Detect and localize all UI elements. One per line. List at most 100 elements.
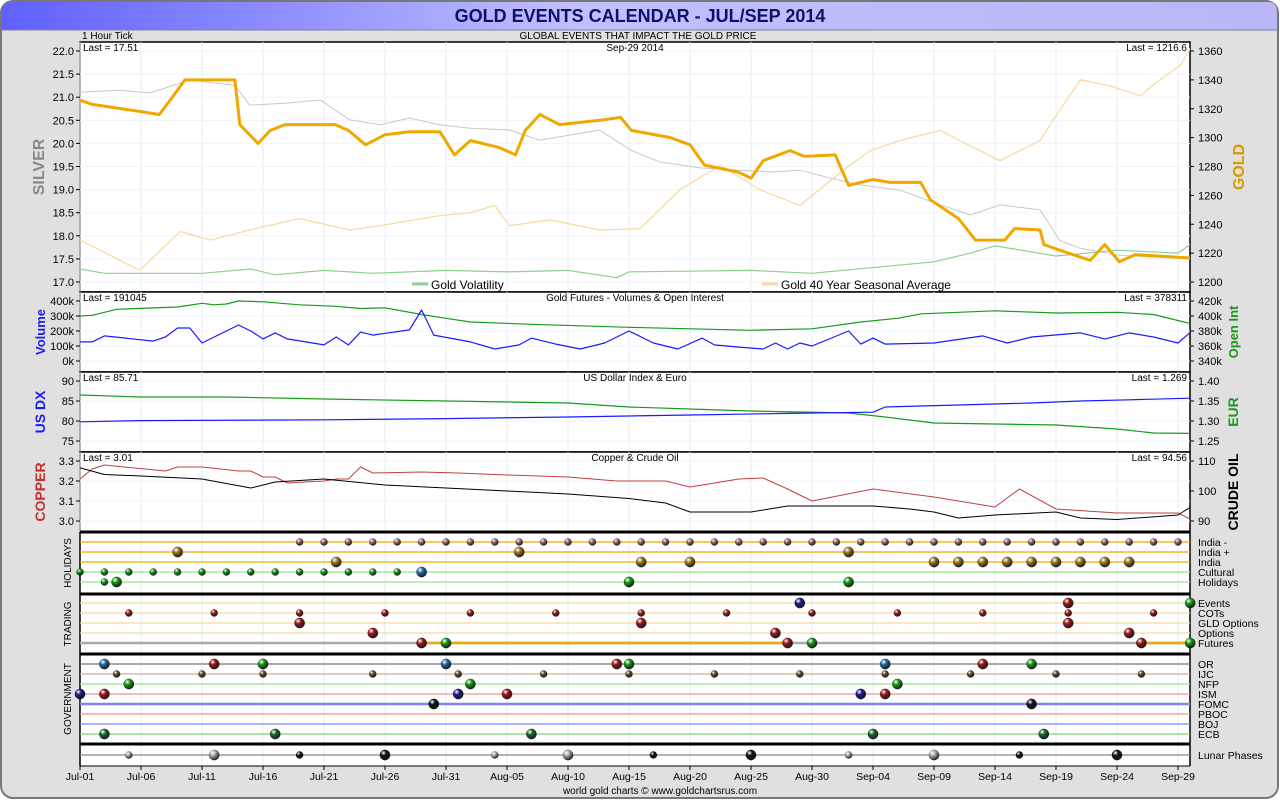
event-marker-cots <box>637 609 646 617</box>
event-marker-cultural <box>416 566 428 578</box>
event-marker-options <box>769 627 781 639</box>
event-marker-india- <box>1003 538 1012 546</box>
event-marker-india- <box>1027 538 1036 546</box>
x-tick-label: Jul-16 <box>249 771 278 783</box>
event-group-label: TRADING <box>63 601 74 646</box>
x-tick-label: Jul-01 <box>66 771 95 783</box>
chart-subtitle: GLOBAL EVENTS THAT IMPACT THE GOLD PRICE <box>520 31 757 42</box>
legend-label-seasonal: Gold 40 Year Seasonal Average <box>781 278 951 292</box>
event-marker-gld-options <box>1062 617 1074 629</box>
event-marker-india- <box>612 538 621 546</box>
event-marker-india- <box>320 538 328 546</box>
event-marker-india- <box>783 538 792 546</box>
event-marker-india <box>330 556 342 568</box>
right-tick-label: 1.25 <box>1198 436 1219 448</box>
event-marker-india- <box>490 538 499 546</box>
right-axis-title: GOLD <box>1231 144 1248 190</box>
right-tick-label: 1220 <box>1198 248 1222 260</box>
x-tick-label: Sep-29 <box>1161 771 1195 783</box>
event-marker-holidays <box>111 576 123 588</box>
event-marker-lunar-phases <box>562 749 574 761</box>
event-marker-ijc <box>198 670 206 678</box>
event-marker-lunar-phases <box>490 751 499 759</box>
event-marker-india <box>1050 556 1062 568</box>
event-marker-cultural <box>198 568 206 576</box>
left-tick-label: 75 <box>62 436 74 448</box>
event-marker-ijc <box>454 670 463 678</box>
event-marker-futures <box>416 637 428 649</box>
event-marker-events <box>1062 597 1074 609</box>
event-marker-cots <box>124 609 133 617</box>
left-tick-label: 21.0 <box>53 92 74 104</box>
left-tick-label: 19.0 <box>53 185 74 197</box>
event-marker-cultural <box>222 568 231 576</box>
event-marker-cultural <box>246 568 255 576</box>
event-group-area <box>80 532 1190 594</box>
event-marker-nfp <box>464 678 476 690</box>
event-marker-india- <box>442 538 450 546</box>
left-tick-label: 19.5 <box>53 162 74 174</box>
right-tick-label: 100 <box>1198 486 1216 498</box>
event-marker-india- <box>344 538 353 546</box>
event-marker-india- <box>881 538 890 546</box>
event-marker-ijc <box>1137 670 1146 678</box>
event-marker-india <box>928 556 940 568</box>
x-tick-label: Jul-06 <box>127 771 156 783</box>
event-marker-lunar-phases <box>208 749 220 761</box>
event-marker-or <box>1026 658 1038 670</box>
panel-title: Copper & Crude Oil <box>591 453 678 464</box>
event-marker-cultural <box>100 568 109 576</box>
event-marker-futures <box>782 637 794 649</box>
panel-2-plot-area <box>79 371 1191 453</box>
left-tick-label: 3.3 <box>59 456 74 468</box>
right-tick-label: 1.35 <box>1198 396 1219 408</box>
event-marker-or <box>98 658 110 670</box>
left-tick-label: 17.5 <box>53 254 74 266</box>
left-last-value: Last = 17.51 <box>83 43 139 54</box>
event-marker-india- <box>539 538 548 546</box>
event-row-label: ECB <box>1198 729 1220 741</box>
event-marker-india- <box>843 546 855 558</box>
event-marker-events <box>1184 597 1196 609</box>
event-group-label: HOLIDAYS <box>63 538 74 588</box>
event-marker-ism <box>74 688 86 700</box>
event-marker-india <box>684 556 696 568</box>
event-marker-india- <box>710 538 719 546</box>
event-marker-india <box>1001 556 1013 568</box>
event-marker-india- <box>1052 538 1060 546</box>
event-marker-cots <box>893 609 902 617</box>
event-marker-holidays <box>843 576 855 588</box>
left-tick-label: 3.0 <box>59 516 74 528</box>
x-tick-label: Sep-04 <box>856 771 890 783</box>
x-tick-label: Jul-21 <box>310 771 339 783</box>
event-marker-ijc <box>259 670 267 678</box>
event-marker-india <box>952 556 964 568</box>
x-tick-label: Sep-09 <box>917 771 951 783</box>
right-last-value: Last = 378311 <box>1124 293 1187 304</box>
left-tick-label: 3.1 <box>59 496 74 508</box>
event-marker-cultural <box>149 568 158 576</box>
x-tick-label: Jul-31 <box>432 771 461 783</box>
left-axis-title: Volume <box>33 309 48 355</box>
left-tick-label: 0k <box>62 356 74 368</box>
event-marker-cultural <box>124 568 133 576</box>
event-marker-or <box>623 658 635 670</box>
event-marker-ism <box>855 688 867 700</box>
event-marker-lunar-phases <box>928 749 940 761</box>
panel-title: Gold Futures - Volumes & Open Interest <box>546 293 724 304</box>
event-marker-india- <box>513 546 525 558</box>
event-marker-fomc <box>428 698 440 710</box>
left-tick-label: 3.2 <box>59 476 74 488</box>
right-tick-label: 1240 <box>1198 219 1222 231</box>
right-last-value: Last = 1.269 <box>1132 373 1188 384</box>
event-marker-gld-options <box>294 617 306 629</box>
event-marker-or <box>257 658 269 670</box>
event-marker-india- <box>905 538 914 546</box>
event-marker-lunar-phases <box>844 751 853 759</box>
right-tick-label: 360k <box>1198 341 1222 353</box>
right-axis-title: CRUDE OIL <box>1225 453 1241 530</box>
event-marker-india- <box>588 538 597 546</box>
left-tick-label: 100k <box>50 341 74 353</box>
event-marker-cultural <box>76 568 84 576</box>
event-marker-india- <box>368 538 377 546</box>
